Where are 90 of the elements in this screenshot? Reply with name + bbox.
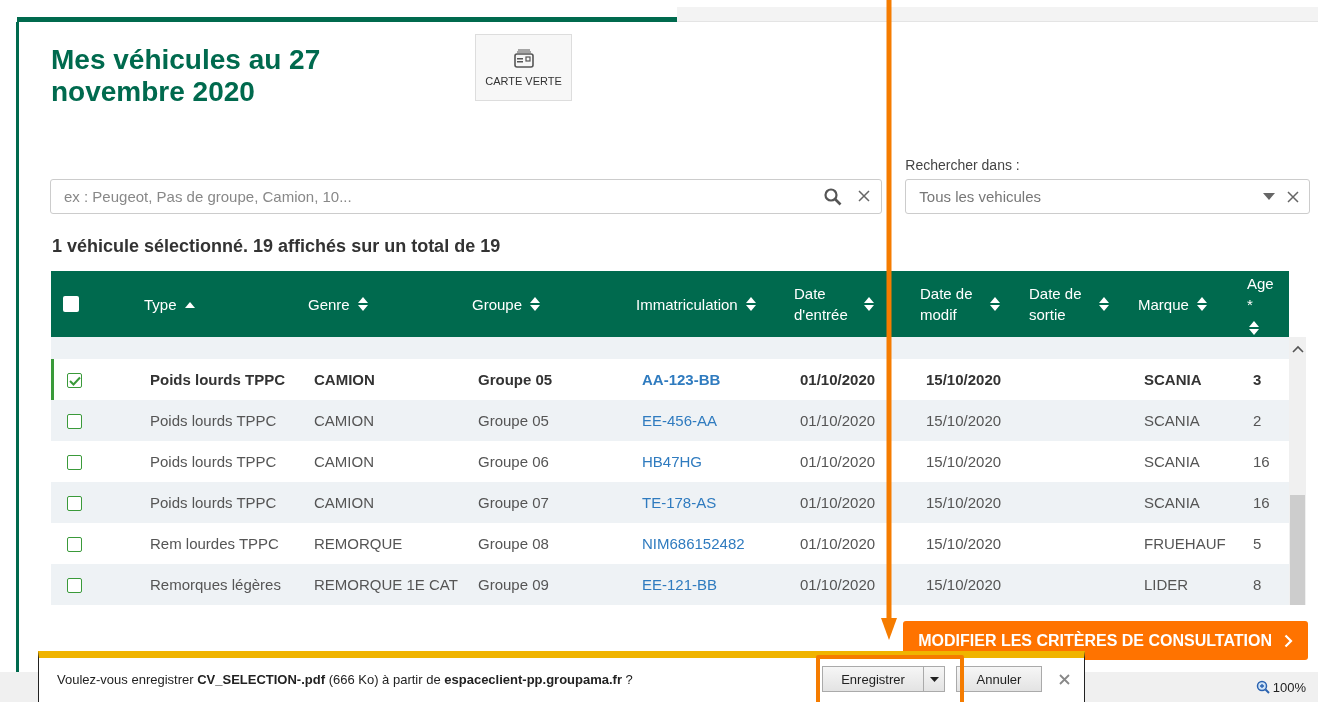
row-checkbox[interactable] (67, 414, 82, 430)
save-button[interactable]: Enregistrer (822, 666, 924, 692)
table-cell: Poids lourds TPPC (150, 371, 285, 388)
column-header[interactable]: Marque (1138, 271, 1247, 337)
table-cell: 01/10/2020 (800, 412, 876, 429)
column-header[interactable]: Groupe (472, 271, 636, 337)
download-message: Voulez-vous enregistrer CV_SELECTION-.pdf (666 Ko) à partir de espaceclient-pp.groupama.fr ? (57, 671, 634, 687)
table-cell: LIDER (1144, 576, 1189, 593)
table-cell: 15/10/2020 (926, 371, 1002, 388)
table-cell: SCANIA (1144, 453, 1200, 470)
table-cell: CAMION (314, 494, 374, 511)
table-row[interactable]: Poids lourds TPPC CAMION Groupe 07 TE-178-AS 01/10/2020 15/10/2020 SCANIA 16 (51, 482, 1289, 523)
selection-summary: 1 véhicule sélectionné. 19 affichés sur un total de 19 (52, 236, 502, 258)
column-header[interactable]: Immatriculation (636, 271, 794, 337)
row-checkbox[interactable] (67, 537, 82, 553)
row-checkbox[interactable] (67, 455, 82, 471)
row-checkbox[interactable] (67, 496, 82, 512)
table-cell: CAMION (314, 412, 374, 429)
registration-link[interactable]: AA-123-BB (642, 371, 721, 388)
caret-icon (1263, 193, 1275, 200)
column-header[interactable]: Type (144, 271, 308, 337)
save-options-button[interactable] (924, 666, 945, 692)
column-header[interactable]: Date de modif (920, 271, 1029, 337)
table-cell: Poids lourds TPPC (150, 412, 277, 429)
registration-link[interactable]: NIM686152482 (642, 535, 745, 552)
registration-link[interactable]: EE-121-BB (642, 576, 718, 593)
table-cell: 01/10/2020 (800, 535, 876, 552)
table-cell: SCANIA (1144, 412, 1200, 429)
table-cell: Groupe 07 (478, 494, 549, 511)
column-header[interactable]: Date d'entrée (794, 271, 920, 337)
table-cell: REMORQUE 1E CAT (314, 576, 458, 593)
table-cell: FRUEHAUF (1144, 535, 1226, 552)
table-cell: Groupe 05 (478, 412, 549, 429)
scrollbar[interactable] (1289, 337, 1306, 605)
column-header[interactable]: Date de sortie (1029, 271, 1138, 337)
page-title: Mes véhicules au 27 novembre 2020 (51, 44, 322, 108)
chevron-right-icon (1284, 633, 1293, 648)
table-cell: Poids lourds TPPC (150, 453, 277, 470)
card-icon (512, 48, 535, 69)
table-cell: Groupe 06 (478, 453, 549, 470)
clear-icon (1287, 190, 1299, 203)
column-header[interactable]: Genre (308, 271, 472, 337)
registration-link[interactable]: HB47HG (642, 453, 703, 470)
table-cell: 5 (1253, 535, 1262, 552)
table-cell: 15/10/2020 (926, 412, 1002, 429)
table-cell: CAMION (314, 453, 374, 470)
table-cell: Groupe 05 (478, 371, 553, 388)
table-cell: Groupe 09 (478, 576, 549, 593)
table-cell: 16 (1253, 453, 1270, 470)
table-cell: 8 (1253, 576, 1262, 593)
table-row[interactable]: Remorques légères REMORQUE 1E CAT Groupe 09 EE-121-BB 01/10/2020 15/10/2020 LIDER 8 (51, 564, 1289, 605)
table-cell: 01/10/2020 (800, 371, 876, 388)
search-field[interactable]: ex : Peugeot, Pas de groupe, Camion, 10... (50, 179, 883, 214)
table-cell: Groupe 08 (478, 535, 549, 552)
search-icon (824, 188, 843, 206)
close-icon (1059, 673, 1070, 685)
table-cell: 01/10/2020 (800, 453, 876, 470)
scope-label: Rechercher dans : (905, 157, 1021, 173)
table-cell: 15/10/2020 (926, 535, 1002, 552)
insurance-card-button[interactable]: CARTE VERTE (475, 34, 572, 101)
column-header[interactable]: Age * (1247, 271, 1289, 337)
table-cell: CAMION (314, 371, 375, 388)
scrollbar-thumb[interactable] (1290, 495, 1305, 605)
table-cell: SCANIA (1144, 494, 1200, 511)
scope-dropdown[interactable]: Tous les vehicules (905, 179, 1310, 214)
table-cell: 15/10/2020 (926, 494, 1002, 511)
table-cell: Poids lourds TPPC (150, 494, 277, 511)
table-cell: 2 (1253, 412, 1262, 429)
table-cell: SCANIA (1144, 371, 1202, 388)
table-cell: 3 (1253, 371, 1262, 388)
registration-link[interactable]: TE-178-AS (642, 494, 717, 511)
table-cell: 15/10/2020 (926, 453, 1002, 470)
scroll-up-icon (1291, 345, 1304, 353)
caret-icon (929, 676, 939, 682)
row-checkbox[interactable] (67, 578, 82, 594)
table-cell: 16 (1253, 494, 1270, 511)
table-cell: REMORQUE (314, 535, 403, 552)
clear-icon (858, 190, 871, 202)
zoom-level-control[interactable]: 100% (1255, 679, 1306, 695)
cancel-button[interactable]: Annuler (956, 666, 1042, 692)
registration-link[interactable]: EE-456-AA (642, 412, 718, 429)
table-cell: 01/10/2020 (800, 576, 876, 593)
select-all-checkbox[interactable] (63, 296, 79, 312)
table-cell: 01/10/2020 (800, 494, 876, 511)
table-row[interactable]: Poids lourds TPPC CAMION Groupe 05 EE-456-AA 01/10/2020 15/10/2020 SCANIA 2 (51, 400, 1289, 441)
row-checkbox[interactable] (67, 373, 82, 389)
zoom-icon (1255, 680, 1270, 694)
table-cell: Remorques légères (150, 576, 281, 593)
table-cell: 15/10/2020 (926, 576, 1002, 593)
table-cell: Rem lourdes TPPC (150, 535, 279, 552)
